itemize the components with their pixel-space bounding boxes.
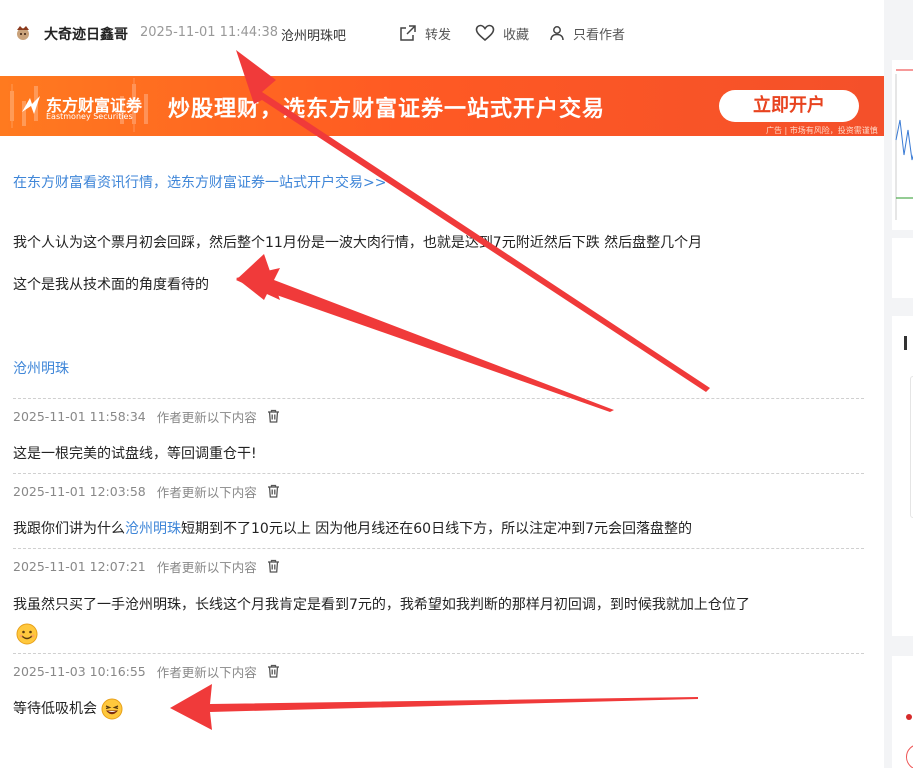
right-sidebar [884, 0, 913, 768]
update-meta: 2025-11-01 11:58:34 作者更新以下内容 [13, 407, 280, 425]
dashed-divider [13, 548, 864, 549]
update-text-part: 我跟你们讲为什么 [13, 521, 125, 537]
arrow-2 [236, 254, 614, 412]
update-text: 我跟你们讲为什么沧州明珠短期到不了10元以上 因为他月线还在60日线下方，所以注… [13, 518, 692, 538]
banner-slogan: 炒股理财，选东方财富证券一站式开户交易 [168, 97, 606, 122]
sidebar-card [892, 316, 913, 636]
sidebar-circle-button[interactable] [906, 744, 913, 768]
open-account-button[interactable]: 立即开户 [719, 90, 859, 122]
dashed-divider [13, 473, 864, 474]
sidebar-heading-mark [904, 336, 913, 350]
bar-name-link[interactable]: 沧州明珠吧 [281, 25, 346, 44]
update-time: 2025-11-01 12:07:21 [13, 558, 146, 574]
stock-bar-link[interactable]: 沧州明珠 [125, 521, 181, 537]
share-icon [400, 25, 416, 41]
update-time: 2025-11-01 11:58:34 [13, 408, 146, 424]
post-text-line: 我个人认为这个票月初会回踩，然后整个11月份是一波大肉行情，也就是达到7元附近然… [13, 235, 703, 251]
logo-en-text: Eastmoney Securities [46, 112, 133, 121]
update-text: 等待低吸机会 [13, 698, 123, 720]
stock-bar-link[interactable]: 沧州明珠 [13, 358, 69, 378]
share-button[interactable]: 转发 [399, 22, 451, 44]
dashed-divider [13, 653, 864, 654]
update-label: 作者更新以下内容 [156, 409, 257, 425]
arrow-3 [170, 684, 698, 730]
update-time: 2025-11-01 12:03:58 [13, 483, 146, 499]
update-meta: 2025-11-03 10:16:55 作者更新以下内容 [13, 662, 280, 680]
only-author-button[interactable]: 只看作者 [549, 22, 625, 44]
smile-emoji-icon [16, 623, 38, 645]
update-text: 这是一根完美的试盘线，等回调重仓干! [13, 446, 257, 462]
trash-icon[interactable] [267, 484, 280, 498]
ad-disclaimer: 广告 | 市场有风险，投资需谨慎 [766, 126, 878, 135]
heart-icon [475, 24, 495, 42]
trash-icon[interactable] [267, 664, 280, 678]
trash-icon[interactable] [267, 409, 280, 423]
favorite-button[interactable]: 收藏 [475, 22, 529, 44]
update-label: 作者更新以下内容 [156, 484, 257, 500]
update-text-part: 短期到不了10元以上 因为他月线还在60日线下方，所以注定冲到7元会回落盘整的 [181, 521, 692, 537]
sidebar-card [892, 238, 913, 298]
update-text: 我虽然只买了一手沧州明珠，长线这个月我肯定是看到7元的，我希望如我判断的那样月初… [13, 597, 750, 613]
author-name[interactable]: 大奇迹日鑫哥 [44, 24, 128, 44]
update-meta: 2025-11-01 12:03:58 作者更新以下内容 [13, 482, 280, 500]
post-page: 大奇迹日鑫哥 2025-11-01 11:44:38 沧州明珠吧 转发 收藏 只… [0, 0, 913, 768]
status-dot [906, 714, 912, 720]
update-meta: 2025-11-01 12:07:21 作者更新以下内容 [13, 557, 280, 575]
favorite-label: 收藏 [503, 27, 530, 43]
laugh-emoji-icon [101, 698, 123, 720]
share-label: 转发 [425, 27, 452, 43]
post-time: 2025-11-01 11:44:38 [140, 25, 279, 40]
update-text-part: 等待低吸机会 [13, 701, 97, 717]
sidebar-chart-card [892, 60, 913, 230]
post-header: 大奇迹日鑫哥 2025-11-01 11:44:38 沧州明珠吧 转发 收藏 只… [0, 0, 885, 66]
update-label: 作者更新以下内容 [156, 559, 257, 575]
eastmoney-logo-icon [22, 96, 40, 114]
author-avatar[interactable] [14, 24, 32, 42]
mini-chart [895, 69, 913, 220]
dashed-divider [13, 398, 864, 399]
trash-icon[interactable] [267, 559, 280, 573]
post-text-line: 这个是我从技术面的角度看待的 [13, 277, 209, 293]
update-label: 作者更新以下内容 [156, 664, 257, 680]
update-time: 2025-11-03 10:16:55 [13, 663, 146, 679]
ad-banner[interactable]: 东方财富证券 Eastmoney Securities 炒股理财，选东方财富证券… [0, 76, 884, 136]
sidebar-card [892, 656, 913, 768]
only-author-label: 只看作者 [573, 27, 626, 43]
user-icon [550, 26, 564, 41]
promo-link[interactable]: 在东方财富看资讯行情，选东方财富证券一站式开户交易>> [13, 172, 386, 192]
